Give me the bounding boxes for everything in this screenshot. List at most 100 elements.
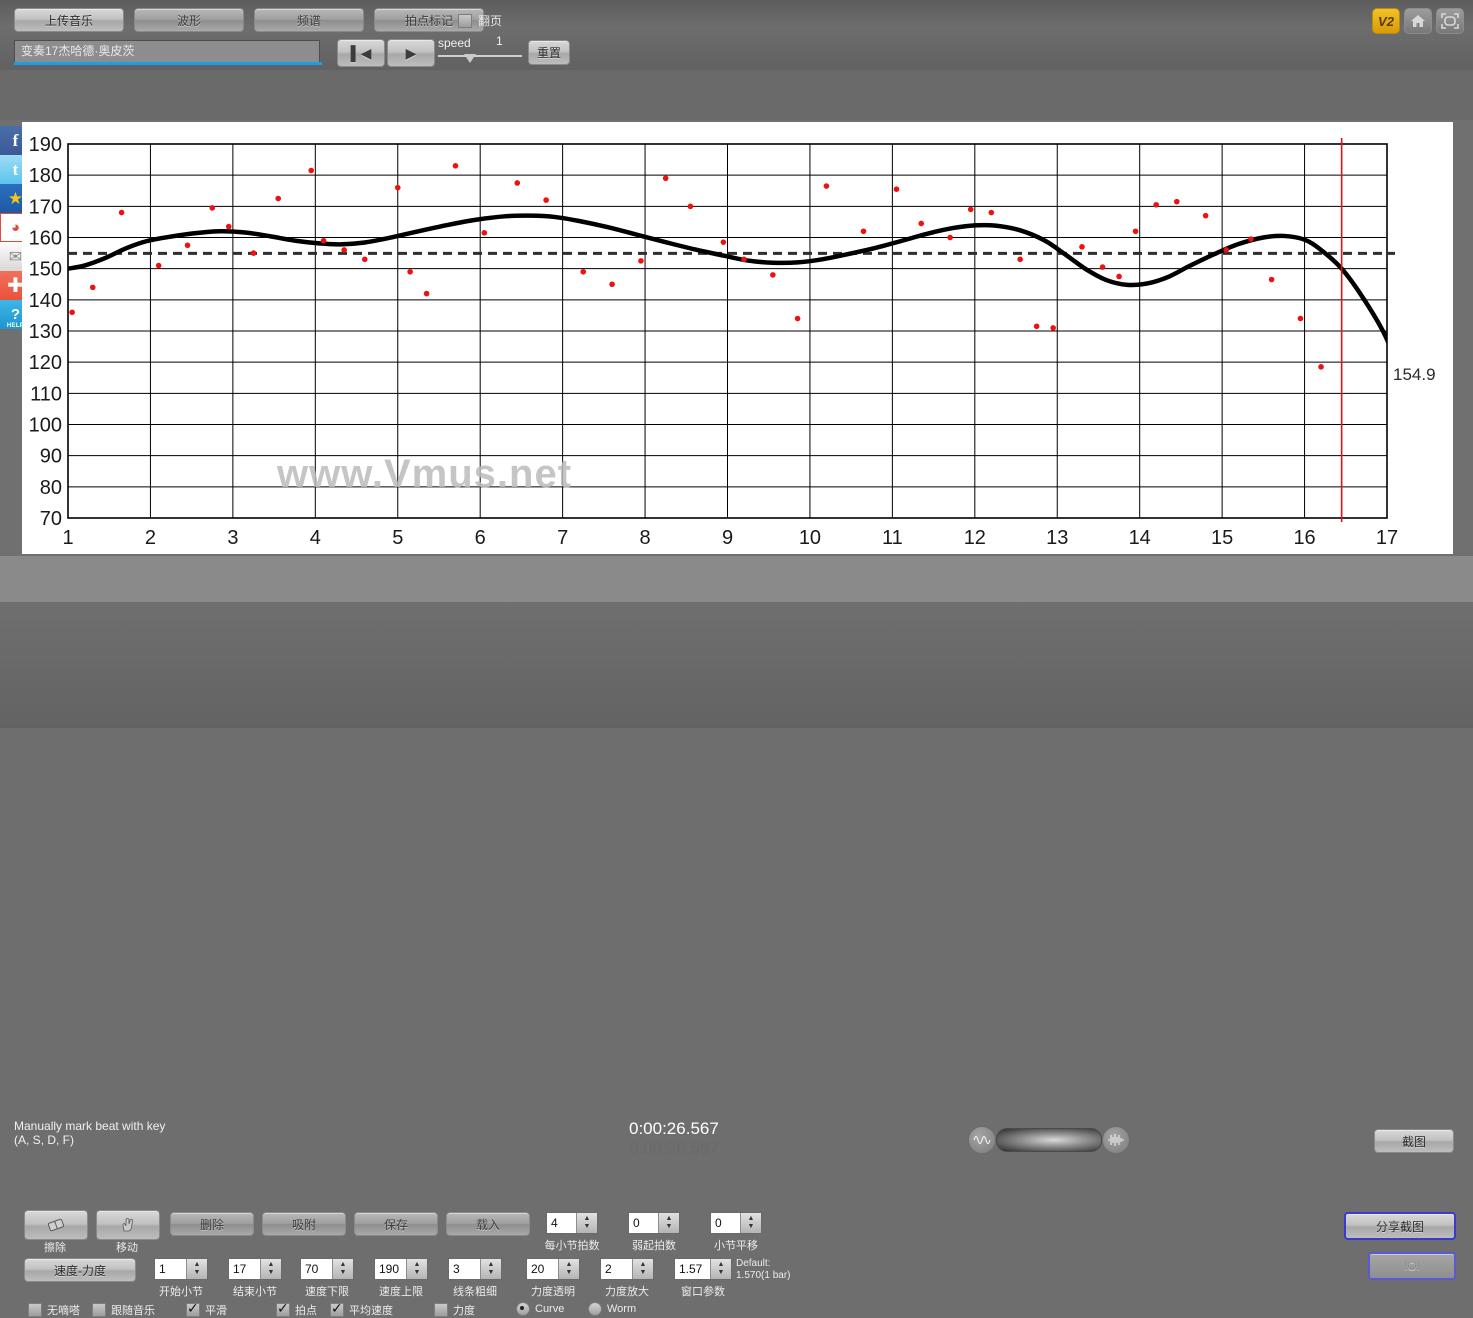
chevron-down-icon[interactable]: ▼ (488, 1269, 495, 1277)
erase-tool-button[interactable] (24, 1210, 88, 1240)
save-button[interactable]: 保存 (354, 1212, 438, 1236)
curve-radio[interactable] (516, 1302, 530, 1316)
pickup-beats-spinner[interactable]: 0 ▲ ▼ (628, 1212, 680, 1234)
tempo-max-stepper[interactable]: ▲ ▼ (406, 1259, 427, 1279)
chevron-down-icon[interactable]: ▼ (584, 1223, 591, 1231)
speed-slider-track[interactable] (438, 55, 522, 57)
snap-button[interactable]: 吸附 (262, 1212, 346, 1236)
chevron-up-icon[interactable]: ▲ (584, 1215, 591, 1223)
upload-music-button[interactable]: 上传音乐 (14, 8, 124, 32)
bar-shift-spinner[interactable]: 0 ▲ ▼ (710, 1212, 762, 1234)
restart-button[interactable]: ▌◀ (337, 39, 385, 67)
end-bar-spinner[interactable]: 17 ▲ ▼ (228, 1258, 282, 1280)
follow-music-checkbox-group[interactable]: 跟随音乐 (92, 1302, 155, 1318)
chevron-down-icon[interactable]: ▼ (718, 1269, 725, 1277)
home-icon[interactable] (1404, 8, 1432, 34)
worm-radio[interactable] (588, 1302, 602, 1316)
tempo-chart-svg[interactable]: 7080901001101201301401501601701801901 2 3 4… (22, 122, 1453, 554)
no-tick-checkbox[interactable] (28, 1303, 42, 1317)
chevron-down-icon[interactable]: ▼ (640, 1269, 647, 1277)
dynamics-opacity-stepper[interactable]: ▲ ▼ (558, 1259, 579, 1279)
worm-radio-group[interactable]: Worm (588, 1302, 636, 1316)
end-bar-value[interactable]: 17 (229, 1259, 260, 1279)
dynamics-scale-spinner[interactable]: 2 ▲ ▼ (600, 1258, 654, 1280)
share-screenshot-button[interactable]: 分享截图 (1344, 1212, 1456, 1240)
chevron-down-icon[interactable]: ▼ (268, 1269, 275, 1277)
chevron-up-icon[interactable]: ▲ (666, 1215, 673, 1223)
chevron-up-icon[interactable]: ▲ (718, 1261, 725, 1269)
chevron-down-icon[interactable]: ▼ (748, 1223, 755, 1231)
beats-per-bar-stepper[interactable]: ▲ ▼ (576, 1213, 597, 1233)
tempo-chart-panel[interactable]: 70 80 90 100 110 120 130 140 150 160 170 180 190 1 2 3 4… (22, 122, 1453, 554)
beats-per-bar-value[interactable]: 4 (547, 1213, 576, 1233)
beats-checkbox[interactable] (276, 1300, 290, 1317)
window-param-value[interactable]: 1.57 (675, 1259, 710, 1279)
waveform-button[interactable]: 波形 (134, 8, 244, 32)
move-tool-button[interactable] (96, 1210, 160, 1240)
bar-shift-value[interactable]: 0 (711, 1213, 740, 1233)
chevron-down-icon[interactable]: ▼ (566, 1269, 573, 1277)
chevron-down-icon[interactable]: ▼ (340, 1269, 347, 1277)
smooth-checkbox[interactable] (186, 1300, 200, 1317)
beats-per-bar-spinner[interactable]: 4 ▲ ▼ (546, 1212, 598, 1234)
page-flip-checkbox[interactable] (458, 13, 472, 28)
chevron-up-icon[interactable]: ▲ (194, 1261, 201, 1269)
chevron-up-icon[interactable]: ▲ (748, 1215, 755, 1223)
volume-slider-track[interactable] (996, 1128, 1102, 1152)
line-width-value[interactable]: 3 (449, 1259, 480, 1279)
average-tempo-checkbox-group[interactable]: 平均速度 (330, 1300, 393, 1318)
no-tick-checkbox-group[interactable]: 无嘀嗒 (28, 1302, 80, 1318)
page-flip-checkbox-group[interactable]: 翻页 (458, 12, 502, 29)
tempo-max-value[interactable]: 190 (375, 1259, 406, 1279)
tempo-max-spinner[interactable]: 190 ▲ ▼ (374, 1258, 428, 1280)
dynamics-checkbox[interactable] (434, 1303, 448, 1317)
speed-slider-thumb[interactable] (464, 54, 476, 63)
chevron-up-icon[interactable]: ▲ (414, 1261, 421, 1269)
average-tempo-checkbox[interactable] (330, 1300, 344, 1317)
reset-button[interactable]: 重置 (528, 40, 570, 65)
chevron-up-icon[interactable]: ▲ (340, 1261, 347, 1269)
tempo-dynamics-button[interactable]: 速度-力度 (24, 1258, 136, 1282)
window-param-stepper[interactable]: ▲ ▼ (710, 1259, 731, 1279)
chevron-down-icon[interactable]: ▼ (194, 1269, 201, 1277)
start-bar-stepper[interactable]: ▲ ▼ (186, 1259, 207, 1279)
start-bar-value[interactable]: 1 (155, 1259, 186, 1279)
volume-slider-group[interactable] (968, 1126, 1130, 1154)
speed-slider-group[interactable]: speed 1 (438, 34, 524, 66)
delete-button[interactable]: 删除 (170, 1212, 254, 1236)
audio-clip-icon[interactable] (1102, 1126, 1130, 1154)
tempo-min-stepper[interactable]: ▲ ▼ (332, 1259, 353, 1279)
end-bar-stepper[interactable]: ▲ ▼ (260, 1259, 281, 1279)
line-width-spinner[interactable]: 3 ▲ ▼ (448, 1258, 502, 1280)
start-bar-spinner[interactable]: 1 ▲ ▼ (154, 1258, 208, 1280)
beats-checkbox-group[interactable]: 拍点 (276, 1300, 317, 1318)
pickup-beats-value[interactable]: 0 (629, 1213, 658, 1233)
chevron-up-icon[interactable]: ▲ (566, 1261, 573, 1269)
chevron-up-icon[interactable]: ▲ (268, 1261, 275, 1269)
v2-badge-icon[interactable]: V2 (1372, 8, 1400, 34)
bar-shift-stepper[interactable]: ▲ ▼ (740, 1213, 761, 1233)
chevron-down-icon[interactable]: ▼ (666, 1223, 673, 1231)
dynamics-opacity-value[interactable]: 20 (527, 1259, 558, 1279)
smooth-checkbox-group[interactable]: 平滑 (186, 1300, 227, 1318)
spectrum-button[interactable]: 频谱 (254, 8, 364, 32)
dynamics-checkbox-group[interactable]: 力度 (434, 1302, 475, 1318)
follow-music-checkbox[interactable] (92, 1303, 106, 1317)
chevron-up-icon[interactable]: ▲ (640, 1261, 647, 1269)
load-button[interactable]: 载入 (446, 1212, 530, 1236)
window-param-spinner[interactable]: 1.57 ▲ ▼ (674, 1258, 732, 1280)
play-button[interactable]: ▶ (387, 39, 435, 67)
curve-radio-group[interactable]: Curve (516, 1302, 564, 1316)
chevron-up-icon[interactable]: ▲ (488, 1261, 495, 1269)
tempo-min-value[interactable]: 70 (301, 1259, 332, 1279)
track-title-field[interactable]: 变奏17杰哈德·奥皮茨 (14, 40, 320, 64)
fullscreen-icon[interactable] (1436, 8, 1464, 34)
line-width-stepper[interactable]: ▲ ▼ (480, 1259, 501, 1279)
dynamics-opacity-spinner[interactable]: 20 ▲ ▼ (526, 1258, 580, 1280)
tempo-min-spinner[interactable]: 70 ▲ ▼ (300, 1258, 354, 1280)
dynamics-scale-value[interactable]: 2 (601, 1259, 632, 1279)
dynamics-scale-stepper[interactable]: ▲ ▼ (632, 1259, 653, 1279)
pickup-beats-stepper[interactable]: ▲ ▼ (658, 1213, 679, 1233)
screenshot-button[interactable]: 截图 (1374, 1129, 1454, 1153)
chevron-down-icon[interactable]: ▼ (414, 1269, 421, 1277)
